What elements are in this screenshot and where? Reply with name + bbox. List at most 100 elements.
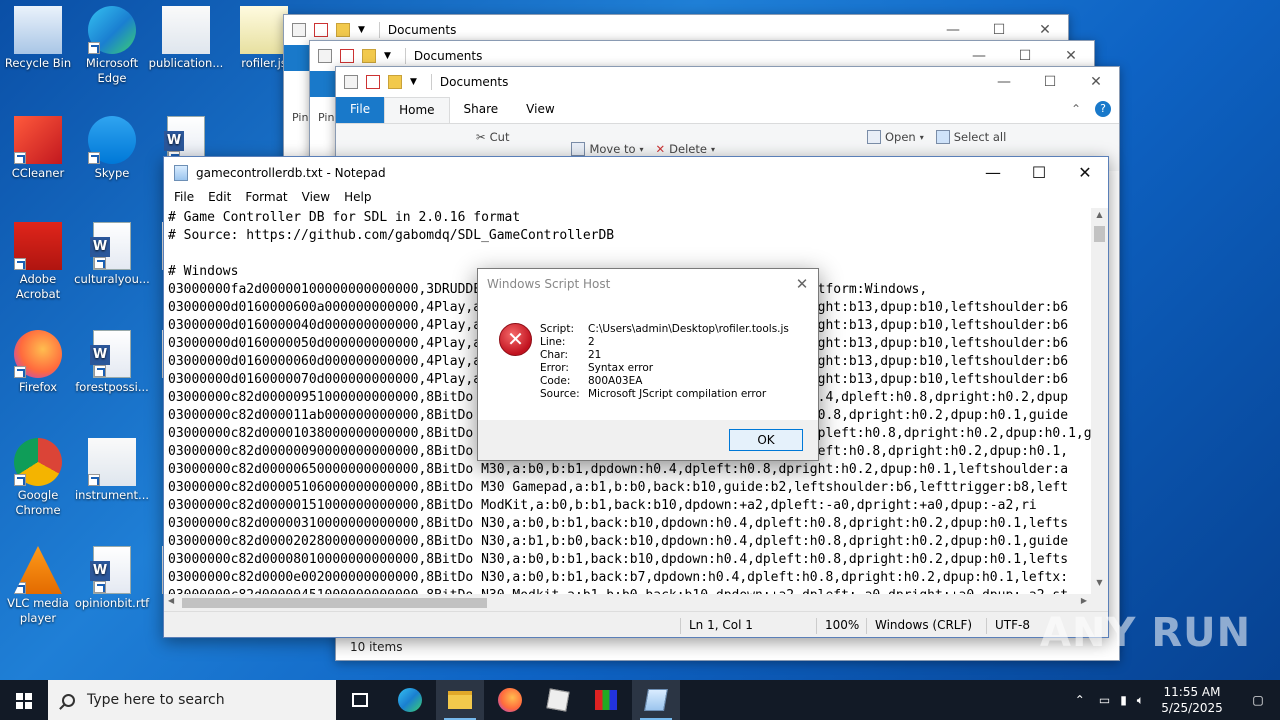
ribbon-tabs: File Home Share View ⌃ ? [336, 97, 1119, 123]
tab-share[interactable]: Share [450, 97, 513, 123]
desktop-icon-label: Skype [94, 166, 130, 180]
chevron-up-icon[interactable]: ⌃ [1075, 693, 1085, 707]
desktop-icon[interactable]: Wopinionbit.rtf [74, 546, 150, 611]
maximize-button[interactable]: ☐ [1002, 48, 1048, 64]
desktop-icon[interactable]: VLC media player [0, 546, 76, 626]
close-button[interactable]: ✕ [1073, 74, 1119, 90]
move-to-button[interactable]: Move to ▾ [571, 142, 644, 156]
search-box[interactable]: Type here to search [48, 680, 336, 720]
error-field-label: Code: [540, 375, 571, 387]
app-taskbar-icon[interactable] [582, 680, 630, 720]
menu-help[interactable]: Help [337, 188, 378, 208]
tab-file[interactable]: File [336, 97, 385, 123]
notification-icon[interactable]: ▢ [1238, 693, 1278, 707]
delete-icon: ✕ [655, 142, 666, 156]
window-title: Documents [439, 75, 509, 89]
menu-format[interactable]: Format [238, 188, 294, 208]
maximize-button[interactable]: ☐ [1027, 74, 1073, 90]
properties-icon[interactable] [292, 23, 306, 37]
desktop-icon[interactable]: Google Chrome [0, 438, 76, 518]
start-button[interactable] [0, 680, 48, 720]
script-taskbar-icon[interactable] [534, 680, 582, 720]
horizontal-scrollbar[interactable]: ◀ ▶ [164, 594, 1091, 611]
properties-icon[interactable] [318, 49, 332, 63]
desktop-icon-label: Firefox [18, 380, 58, 394]
minimize-button[interactable]: — [956, 48, 1002, 64]
volume-icon[interactable]: 🔈︎ [1137, 693, 1144, 708]
edge-taskbar-icon[interactable] [386, 680, 434, 720]
scroll-up-icon[interactable]: ▲ [1091, 210, 1108, 224]
network-icon[interactable]: ▭ [1099, 693, 1110, 707]
watermark-logo: ANY RUN [1040, 610, 1252, 656]
word-doc-icon: W [90, 546, 131, 594]
desktop-icon-label: opinionbit.rtf [74, 596, 150, 610]
error-field-label: Source: [540, 388, 580, 400]
minimize-button[interactable]: — [970, 163, 1016, 182]
file-tab-strip[interactable] [310, 71, 336, 97]
close-button[interactable]: ✕ [786, 275, 818, 293]
desktop-icon[interactable]: publication... [148, 6, 224, 71]
text-line [168, 245, 1091, 263]
text-line: # Source: https://github.com/gabomdq/SDL… [168, 228, 615, 243]
ok-button[interactable]: OK [729, 429, 803, 451]
vertical-scrollbar[interactable]: ▲ ▼ [1091, 208, 1108, 594]
error-field: Code: 800A03EA [540, 375, 789, 388]
properties-icon[interactable] [344, 75, 358, 89]
cut-label: Cut [489, 130, 510, 144]
notepad-taskbar-icon[interactable] [632, 680, 680, 720]
open-button[interactable]: Open ▾ [866, 130, 924, 144]
tab-view[interactable]: View [512, 97, 568, 123]
scroll-thumb[interactable] [1094, 226, 1105, 242]
checkbox-icon[interactable] [366, 75, 380, 89]
close-button[interactable]: ✕ [1062, 163, 1108, 182]
desktop-icon[interactable]: Firefox [0, 330, 76, 395]
close-button[interactable]: ✕ [1022, 22, 1068, 38]
tab-home[interactable]: Home [384, 97, 450, 123]
checkbox-icon[interactable] [314, 23, 328, 37]
desktop-icon[interactable]: Microsoft Edge [74, 6, 150, 86]
scroll-down-icon[interactable]: ▼ [1091, 578, 1108, 592]
desktop-icon[interactable]: CCleaner [0, 116, 76, 181]
minimize-button[interactable]: — [981, 74, 1027, 90]
battery-icon[interactable]: ▮ [1120, 693, 1127, 707]
error-field-label: Line: [540, 336, 566, 348]
firefox-taskbar-icon[interactable] [486, 680, 534, 720]
menu-edit[interactable]: Edit [201, 188, 238, 208]
desktop-icon[interactable]: Adobe Acrobat [0, 222, 76, 302]
clock[interactable]: 11:55 AM 5/25/2025 [1156, 684, 1228, 716]
menu-view[interactable]: View [295, 188, 337, 208]
checkbox-icon[interactable] [340, 49, 354, 63]
minimize-button[interactable]: — [930, 22, 976, 38]
maximize-button[interactable]: ☐ [1016, 163, 1062, 182]
image-file-icon [88, 438, 136, 486]
maximize-button[interactable]: ☐ [976, 22, 1022, 38]
text-line: 03000000c82d00008010000000000000,8BitDo … [168, 552, 1069, 567]
help-icon[interactable]: ? [1087, 97, 1119, 123]
file-explorer-taskbar-icon[interactable] [436, 680, 484, 720]
search-placeholder: Type here to search [87, 692, 225, 708]
scroll-right-icon[interactable]: ▶ [1081, 596, 1087, 605]
cut-button[interactable]: ✂ Cut [476, 130, 509, 144]
script-host-dialog[interactable]: Windows Script Host ✕ ✕ Script: C:\Users\… [477, 268, 819, 461]
delete-button[interactable]: ✕ Delete ▾ [656, 142, 715, 156]
desktop-icon[interactable]: instrument... [74, 438, 150, 503]
scroll-left-icon[interactable]: ◀ [168, 596, 174, 605]
folder-icon [362, 49, 376, 63]
error-field: Script: C:\Users\admin\Desktop\rofiler.to… [540, 323, 789, 336]
desktop-icon[interactable]: Wculturalyou... [74, 222, 150, 287]
desktop-icon[interactable]: Skype [74, 116, 150, 181]
ccleaner-icon [14, 116, 62, 164]
file-tab-strip[interactable] [284, 45, 310, 71]
pin-label: Pin [292, 111, 309, 124]
error-field: Error: Syntax error [540, 362, 789, 375]
desktop-icon[interactable]: Recycle Bin [0, 6, 76, 71]
collapse-ribbon-icon[interactable]: ⌃ [1065, 97, 1087, 123]
delete-label: Delete [669, 142, 707, 156]
menu-file[interactable]: File [167, 188, 201, 208]
scroll-thumb[interactable] [182, 598, 487, 608]
close-button[interactable]: ✕ [1048, 48, 1094, 64]
select-all-button[interactable]: Select all [935, 130, 1006, 144]
desktop-icon-label: Recycle Bin [4, 56, 72, 70]
task-view-icon[interactable] [336, 680, 384, 720]
desktop-icon[interactable]: Wforestpossi... [74, 330, 150, 395]
